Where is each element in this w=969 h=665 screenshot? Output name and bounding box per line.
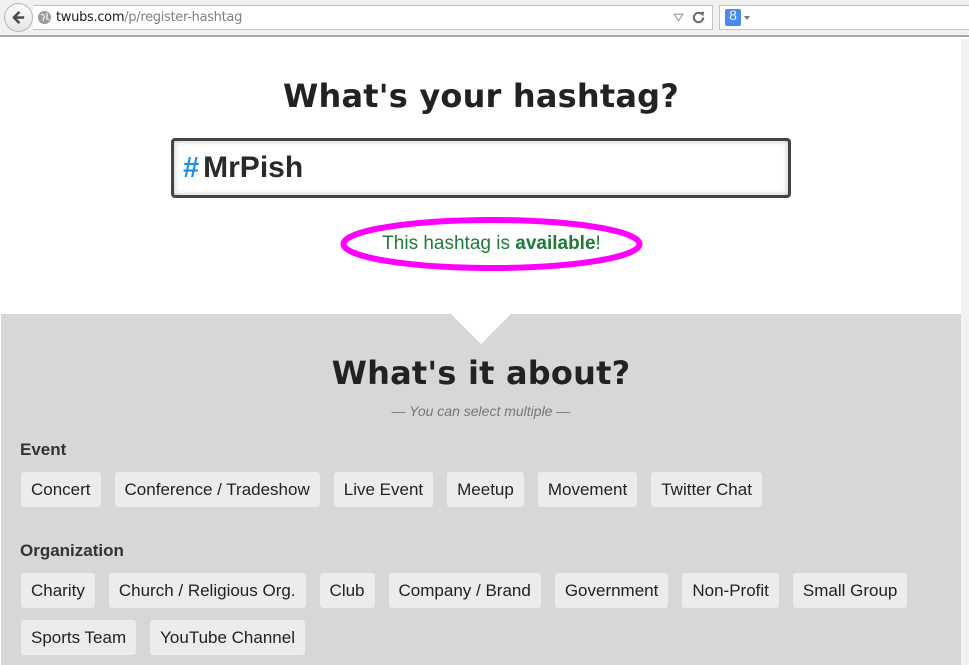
select-multiple-hint: — You can select multiple — — [391, 403, 571, 419]
browser-toolbar: twubs.com/p/register-hashtag 8 — [0, 0, 969, 37]
address-bar[interactable]: twubs.com/p/register-hashtag — [33, 5, 713, 30]
option-youtube-channel[interactable]: YouTube Channel — [150, 620, 305, 655]
arrow-left-icon — [12, 11, 25, 24]
group-label-event: Event — [20, 440, 67, 459]
vertical-scrollbar[interactable] — [961, 39, 969, 665]
option-non-profit[interactable]: Non-Profit — [682, 573, 779, 608]
url-path: /p/register-hashtag — [124, 10, 243, 25]
hash-icon: # — [183, 151, 200, 184]
about-heading: What's it about? — [331, 354, 631, 392]
option-concert[interactable]: Concert — [21, 472, 101, 507]
dropdown-triangle-icon[interactable] — [673, 12, 684, 23]
hashtag-input[interactable] — [203, 151, 764, 185]
section-notch — [451, 314, 511, 344]
option-charity[interactable]: Charity — [21, 573, 95, 608]
hashtag-heading: What's your hashtag? — [282, 77, 680, 115]
option-sports-team[interactable]: Sports Team — [21, 620, 137, 655]
availability-status-word: available — [515, 233, 596, 254]
option-small-group[interactable]: Small Group — [792, 573, 908, 608]
option-movement[interactable]: Movement — [537, 472, 638, 507]
event-options: Concert Conference / Tradeshow Live Even… — [21, 472, 941, 507]
reload-icon[interactable] — [691, 10, 706, 25]
url-host: twubs.com — [56, 10, 125, 25]
option-live-event[interactable]: Live Event — [333, 472, 434, 507]
about-section: What's it about? — You can select multip… — [1, 314, 961, 665]
back-button[interactable] — [4, 3, 33, 32]
search-bar[interactable]: 8 — [719, 5, 969, 30]
option-twitter-chat[interactable]: Twitter Chat — [651, 472, 762, 507]
availability-status: This hashtag is available! — [339, 216, 644, 272]
option-conference-tradeshow[interactable]: Conference / Tradeshow — [114, 472, 320, 507]
search-engine-dropdown-icon[interactable] — [744, 15, 750, 20]
option-government[interactable]: Government — [554, 573, 669, 608]
availability-text: This hashtag is available! — [382, 233, 601, 254]
organization-options: Charity Church / Religious Org. Club Com… — [21, 573, 941, 655]
page-content: What's your hashtag? # This hashtag is a… — [1, 39, 961, 665]
option-club[interactable]: Club — [319, 573, 375, 608]
option-church-religious-org[interactable]: Church / Religious Org. — [108, 573, 306, 608]
url-text[interactable]: twubs.com/p/register-hashtag — [56, 10, 242, 25]
group-label-organization: Organization — [20, 541, 124, 560]
globe-icon — [37, 10, 52, 25]
hashtag-input-box[interactable]: # — [171, 138, 791, 198]
google-g-icon[interactable]: 8 — [725, 9, 741, 26]
option-meetup[interactable]: Meetup — [447, 472, 524, 507]
option-company-brand[interactable]: Company / Brand — [388, 573, 541, 608]
